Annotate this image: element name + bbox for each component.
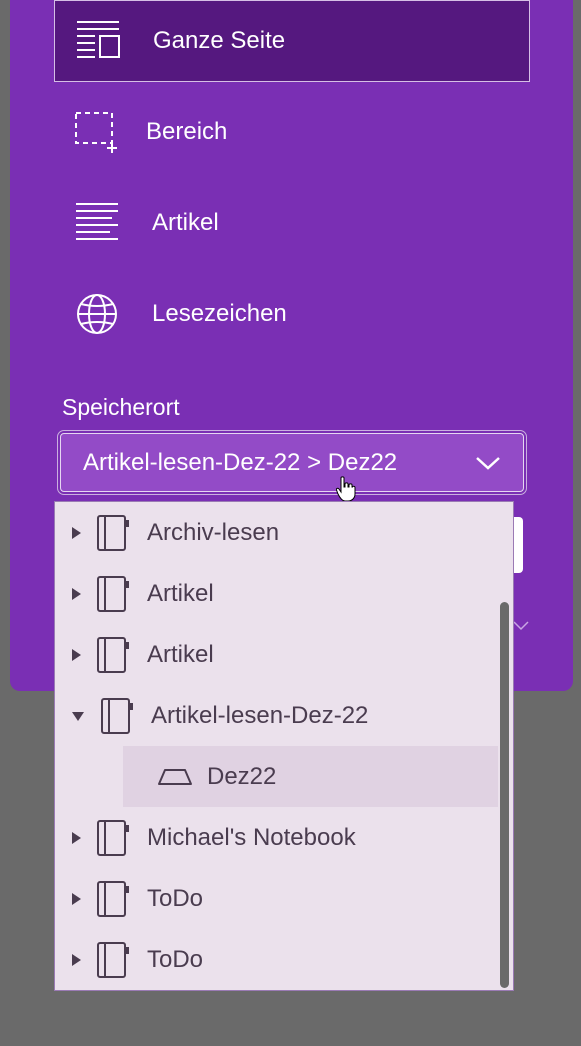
chevron-down-icon bbox=[513, 621, 529, 631]
option-label: Lesezeichen bbox=[152, 300, 287, 327]
chevron-down-icon bbox=[476, 456, 500, 470]
collapse-arrow-icon[interactable] bbox=[71, 709, 85, 723]
notebook-icon bbox=[97, 575, 129, 612]
notebook-item[interactable]: Michael's Notebook bbox=[55, 807, 499, 868]
notebook-label: Artikel bbox=[147, 640, 214, 668]
notebook-label: Michael's Notebook bbox=[147, 823, 356, 851]
location-dropdown: Archiv-lesen Artikel Artikel Artikel-les… bbox=[54, 501, 514, 991]
option-bookmark[interactable]: Lesezeichen bbox=[54, 273, 530, 355]
option-label: Bereich bbox=[146, 118, 228, 145]
option-article[interactable]: Artikel bbox=[54, 182, 530, 264]
expand-arrow-icon[interactable] bbox=[69, 953, 83, 967]
notebook-item-expanded[interactable]: Artikel-lesen-Dez-22 bbox=[55, 685, 499, 746]
option-region[interactable]: Bereich bbox=[54, 91, 530, 173]
expand-arrow-icon[interactable] bbox=[69, 648, 83, 662]
notebook-icon bbox=[97, 514, 129, 551]
notebook-icon bbox=[97, 880, 129, 917]
notebook-label: Artikel bbox=[147, 579, 214, 607]
section-item-selected[interactable]: Dez22 bbox=[123, 746, 498, 807]
location-combobox[interactable]: Artikel-lesen-Dez-22 > Dez22 bbox=[57, 430, 527, 495]
notebook-label: Artikel-lesen-Dez-22 bbox=[151, 701, 369, 729]
notebook-icon bbox=[97, 819, 129, 856]
notebook-item[interactable]: Archiv-lesen bbox=[55, 502, 499, 563]
section-label: Dez22 bbox=[207, 762, 277, 790]
notebook-label: ToDo bbox=[147, 945, 204, 973]
globe-icon bbox=[77, 294, 117, 334]
expand-arrow-icon[interactable] bbox=[69, 587, 83, 601]
option-label: Ganze Seite bbox=[153, 27, 286, 54]
article-icon bbox=[76, 203, 118, 240]
notebook-item[interactable]: Artikel bbox=[55, 624, 499, 685]
notebook-icon bbox=[97, 636, 129, 673]
expand-arrow-icon[interactable] bbox=[69, 526, 83, 540]
region-select-icon bbox=[75, 112, 117, 153]
notebook-label: Archiv-lesen bbox=[147, 518, 280, 546]
notebook-item[interactable]: ToDo bbox=[55, 868, 499, 929]
notebook-label: ToDo bbox=[147, 884, 204, 912]
option-full-page[interactable]: Ganze Seite bbox=[54, 0, 530, 82]
scrollbar-thumb[interactable] bbox=[500, 602, 509, 988]
notebook-item[interactable]: Artikel bbox=[55, 563, 499, 624]
location-value: Artikel-lesen-Dez-22 > Dez22 bbox=[83, 448, 398, 476]
option-label: Artikel bbox=[152, 209, 219, 236]
notebook-icon bbox=[97, 941, 129, 978]
notebook-icon bbox=[101, 697, 133, 734]
hand-cursor-icon bbox=[336, 476, 356, 502]
location-label: Speicherort bbox=[62, 394, 180, 420]
expand-arrow-icon[interactable] bbox=[69, 831, 83, 845]
notebook-item[interactable]: ToDo bbox=[55, 929, 499, 990]
full-page-icon bbox=[77, 21, 120, 58]
section-tab-icon bbox=[158, 768, 192, 785]
expand-arrow-icon[interactable] bbox=[69, 892, 83, 906]
